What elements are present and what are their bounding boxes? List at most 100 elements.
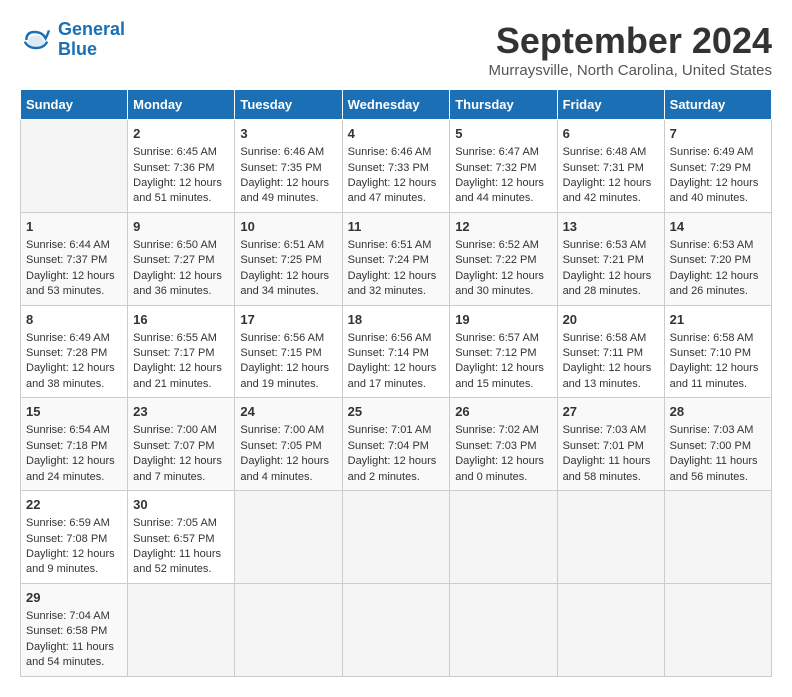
daylight-text: Daylight: 12 hours and 38 minutes. xyxy=(26,362,115,389)
day-number: 17 xyxy=(240,311,336,329)
sunrise-text: Sunrise: 6:59 AM xyxy=(26,517,110,529)
calendar-cell: 4Sunrise: 6:46 AMSunset: 7:33 PMDaylight… xyxy=(342,120,450,213)
sunrise-text: Sunrise: 6:53 AM xyxy=(563,239,647,251)
day-number: 6 xyxy=(563,125,659,143)
weekday-wednesday: Wednesday xyxy=(342,90,450,120)
sunrise-text: Sunrise: 6:46 AM xyxy=(240,146,324,158)
calendar-cell xyxy=(664,583,771,676)
sunrise-text: Sunrise: 6:55 AM xyxy=(133,332,217,344)
day-number: 12 xyxy=(455,218,551,236)
calendar-cell: 3Sunrise: 6:46 AMSunset: 7:35 PMDaylight… xyxy=(235,120,342,213)
sunset-text: Sunset: 7:35 PM xyxy=(240,162,321,174)
calendar-cell: 23Sunrise: 7:00 AMSunset: 7:07 PMDayligh… xyxy=(128,398,235,491)
daylight-text: Daylight: 11 hours and 54 minutes. xyxy=(26,641,114,668)
sunrise-text: Sunrise: 6:48 AM xyxy=(563,146,647,158)
sunset-text: Sunset: 7:20 PM xyxy=(670,254,751,266)
sunset-text: Sunset: 7:00 PM xyxy=(670,440,751,452)
sunset-text: Sunset: 7:15 PM xyxy=(240,347,321,359)
sunset-text: Sunset: 7:12 PM xyxy=(455,347,536,359)
sunset-text: Sunset: 7:24 PM xyxy=(348,254,429,266)
daylight-text: Daylight: 12 hours and 7 minutes. xyxy=(133,455,222,482)
day-number: 5 xyxy=(455,125,551,143)
logo: General Blue xyxy=(20,20,125,60)
calendar-cell: 26Sunrise: 7:02 AMSunset: 7:03 PMDayligh… xyxy=(450,398,557,491)
day-number: 18 xyxy=(348,311,445,329)
calendar-cell: 7Sunrise: 6:49 AMSunset: 7:29 PMDaylight… xyxy=(664,120,771,213)
calendar-cell: 30Sunrise: 7:05 AMSunset: 6:57 PMDayligh… xyxy=(128,491,235,584)
calendar-cell: 28Sunrise: 7:03 AMSunset: 7:00 PMDayligh… xyxy=(664,398,771,491)
day-number: 30 xyxy=(133,496,229,514)
sunrise-text: Sunrise: 6:51 AM xyxy=(348,239,432,251)
calendar-table: SundayMondayTuesdayWednesdayThursdayFrid… xyxy=(20,89,772,677)
daylight-text: Daylight: 12 hours and 21 minutes. xyxy=(133,362,222,389)
calendar-cell: 15Sunrise: 6:54 AMSunset: 7:18 PMDayligh… xyxy=(21,398,128,491)
sunset-text: Sunset: 7:27 PM xyxy=(133,254,214,266)
sunrise-text: Sunrise: 6:44 AM xyxy=(26,239,110,251)
sunset-text: Sunset: 7:07 PM xyxy=(133,440,214,452)
sunrise-text: Sunrise: 6:56 AM xyxy=(348,332,432,344)
sunrise-text: Sunrise: 6:51 AM xyxy=(240,239,324,251)
sunset-text: Sunset: 7:08 PM xyxy=(26,533,107,545)
sunset-text: Sunset: 7:01 PM xyxy=(563,440,644,452)
daylight-text: Daylight: 12 hours and 47 minutes. xyxy=(348,177,437,204)
day-number: 8 xyxy=(26,311,122,329)
daylight-text: Daylight: 12 hours and 30 minutes. xyxy=(455,270,544,297)
calendar-cell: 5Sunrise: 6:47 AMSunset: 7:32 PMDaylight… xyxy=(450,120,557,213)
logo-line1: General xyxy=(58,19,125,39)
calendar-cell xyxy=(664,491,771,584)
sunset-text: Sunset: 7:21 PM xyxy=(563,254,644,266)
calendar-cell xyxy=(557,583,664,676)
calendar-cell: 6 Sunrise: 6:48 AM Sunset: 7:31 PM Daylight… xyxy=(557,120,664,213)
sunrise-text: Sunrise: 6:49 AM xyxy=(26,332,110,344)
sunrise-text: Sunrise: 7:05 AM xyxy=(133,517,217,529)
sunrise-text: Sunrise: 6:58 AM xyxy=(670,332,754,344)
day-number: 4 xyxy=(348,125,445,143)
calendar-cell: 9Sunrise: 6:50 AMSunset: 7:27 PMDaylight… xyxy=(128,212,235,305)
day-number: 15 xyxy=(26,403,122,421)
sunset-text: Sunset: 6:58 PM xyxy=(26,625,107,637)
day-number: 21 xyxy=(670,311,766,329)
calendar-week-1: 2Sunrise: 6:45 AMSunset: 7:36 PMDaylight… xyxy=(21,120,772,213)
sunset-text: Sunset: 7:28 PM xyxy=(26,347,107,359)
daylight-text: Daylight: 12 hours and 53 minutes. xyxy=(26,270,115,297)
day-number: 13 xyxy=(563,218,659,236)
sunset-text: Sunset: 7:31 PM xyxy=(563,162,644,174)
calendar-cell xyxy=(128,583,235,676)
sunrise-text: Sunrise: 6:50 AM xyxy=(133,239,217,251)
daylight-text: Daylight: 12 hours and 32 minutes. xyxy=(348,270,437,297)
day-number: 27 xyxy=(563,403,659,421)
day-number: 20 xyxy=(563,311,659,329)
calendar-cell: 16Sunrise: 6:55 AMSunset: 7:17 PMDayligh… xyxy=(128,305,235,398)
calendar-week-4: 15Sunrise: 6:54 AMSunset: 7:18 PMDayligh… xyxy=(21,398,772,491)
sunrise-text: Sunrise: 6:46 AM xyxy=(348,146,432,158)
daylight-text: Daylight: 12 hours and 9 minutes. xyxy=(26,548,115,575)
calendar-cell: 29Sunrise: 7:04 AMSunset: 6:58 PMDayligh… xyxy=(21,583,128,676)
daylight-text: Daylight: 12 hours and 49 minutes. xyxy=(240,177,329,204)
sunset-text: Sunset: 7:32 PM xyxy=(455,162,536,174)
day-number: 9 xyxy=(133,218,229,236)
day-number: 1 xyxy=(26,218,122,236)
weekday-friday: Friday xyxy=(557,90,664,120)
day-number: 22 xyxy=(26,496,122,514)
logo-icon xyxy=(20,24,52,56)
day-number: 25 xyxy=(348,403,445,421)
sunrise-text: Sunrise: 6:52 AM xyxy=(455,239,539,251)
daylight-text: Daylight: 12 hours and 4 minutes. xyxy=(240,455,329,482)
sunset-text: Sunset: 7:36 PM xyxy=(133,162,214,174)
sunrise-text: Sunrise: 6:58 AM xyxy=(563,332,647,344)
daylight-text: Daylight: 12 hours and 19 minutes. xyxy=(240,362,329,389)
sunset-text: Sunset: 7:10 PM xyxy=(670,347,751,359)
sunset-text: Sunset: 7:37 PM xyxy=(26,254,107,266)
daylight-text: Daylight: 12 hours and 51 minutes. xyxy=(133,177,222,204)
calendar-cell xyxy=(235,583,342,676)
calendar-cell: 22 Sunrise: 6:59 AM Sunset: 7:08 PM Dayligh… xyxy=(21,491,128,584)
daylight-text: Daylight: 12 hours and 0 minutes. xyxy=(455,455,544,482)
daylight-text: Daylight: 12 hours and 34 minutes. xyxy=(240,270,329,297)
calendar-cell: 10Sunrise: 6:51 AMSunset: 7:25 PMDayligh… xyxy=(235,212,342,305)
daylight-text: Daylight: 12 hours and 42 minutes. xyxy=(563,177,652,204)
sunset-text: Sunset: 7:22 PM xyxy=(455,254,536,266)
calendar-cell: 14Sunrise: 6:53 AMSunset: 7:20 PMDayligh… xyxy=(664,212,771,305)
weekday-monday: Monday xyxy=(128,90,235,120)
daylight-text: Daylight: 11 hours and 56 minutes. xyxy=(670,455,758,482)
daylight-text: Daylight: 12 hours and 17 minutes. xyxy=(348,362,437,389)
